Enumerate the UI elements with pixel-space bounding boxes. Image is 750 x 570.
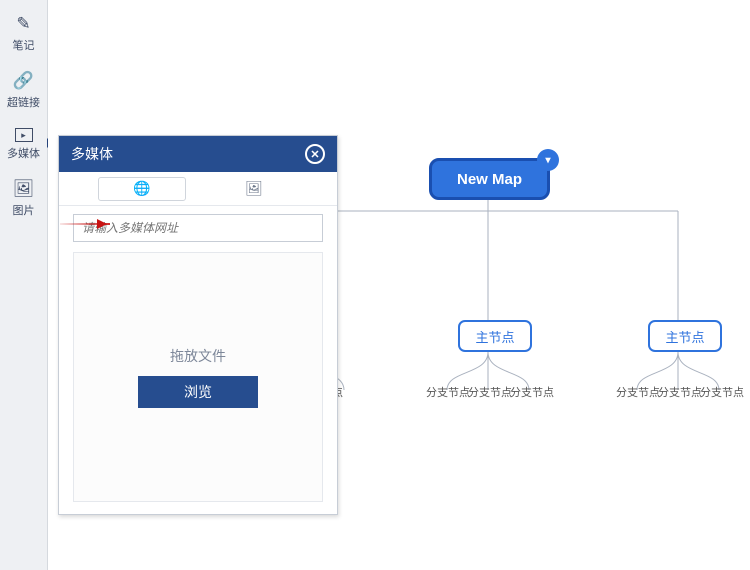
multimedia-panel: 多媒体 ✕ 🌐 🖼 拖放文件 浏览 <box>58 135 338 515</box>
mindmap-main-node[interactable]: 主节点 <box>648 320 722 352</box>
panel-title: 多媒体 <box>71 144 305 164</box>
mindmap-branch-node[interactable]: 分支节点 <box>426 384 470 400</box>
image-icon: 🖼 <box>13 179 35 199</box>
sidebar-item-label: 图片 <box>13 202 35 218</box>
chevron-down-icon[interactable]: ▾ <box>537 149 559 171</box>
link-icon: 🔗 <box>13 71 34 91</box>
browse-button[interactable]: 浏览 <box>138 376 258 408</box>
tab-url[interactable]: 🌐 <box>98 177 186 201</box>
mindmap-branch-node[interactable]: 分支节点 <box>658 384 702 400</box>
sidebar-item-label: 超链接 <box>7 94 40 110</box>
close-icon[interactable]: ✕ <box>305 144 325 164</box>
sidebar: ✎ 笔记 🔗 超链接 ▸ 多媒体 🖼 图片 <box>0 0 48 570</box>
mindmap-branch-node[interactable]: 分支节点 <box>468 384 512 400</box>
tab-image[interactable]: 🖼 <box>210 177 298 201</box>
panel-body: 拖放文件 浏览 <box>59 206 337 516</box>
mindmap-branch-node[interactable]: 分支节点 <box>700 384 744 400</box>
panel-header: 多媒体 ✕ <box>59 136 337 172</box>
panel-tabs: 🌐 🖼 <box>59 172 337 206</box>
sidebar-item-hyperlink[interactable]: 🔗 超链接 <box>0 71 48 110</box>
annotation-arrow-icon <box>55 220 110 228</box>
mindmap-root-node[interactable]: New Map ▾ <box>429 158 550 200</box>
sidebar-item-label: 笔记 <box>13 37 35 53</box>
globe-icon: 🌐 <box>133 180 150 197</box>
image-icon: 🖼 <box>245 180 263 197</box>
play-icon: ▸ <box>15 128 33 142</box>
drop-zone-text: 拖放文件 <box>170 346 226 366</box>
pencil-icon: ✎ <box>16 14 30 34</box>
sidebar-item-label: 多媒体 <box>7 145 40 161</box>
mindmap-branch-node[interactable]: 分支节点 <box>616 384 660 400</box>
sidebar-item-note[interactable]: ✎ 笔记 <box>0 14 48 53</box>
drop-zone[interactable]: 拖放文件 浏览 <box>73 252 323 502</box>
root-node-label: New Map <box>457 171 522 188</box>
sidebar-item-multimedia[interactable]: ▸ 多媒体 <box>0 128 48 161</box>
mindmap-branch-node[interactable]: 分支节点 <box>510 384 554 400</box>
sidebar-item-image[interactable]: 🖼 图片 <box>0 179 48 218</box>
mindmap-main-node[interactable]: 主节点 <box>458 320 532 352</box>
